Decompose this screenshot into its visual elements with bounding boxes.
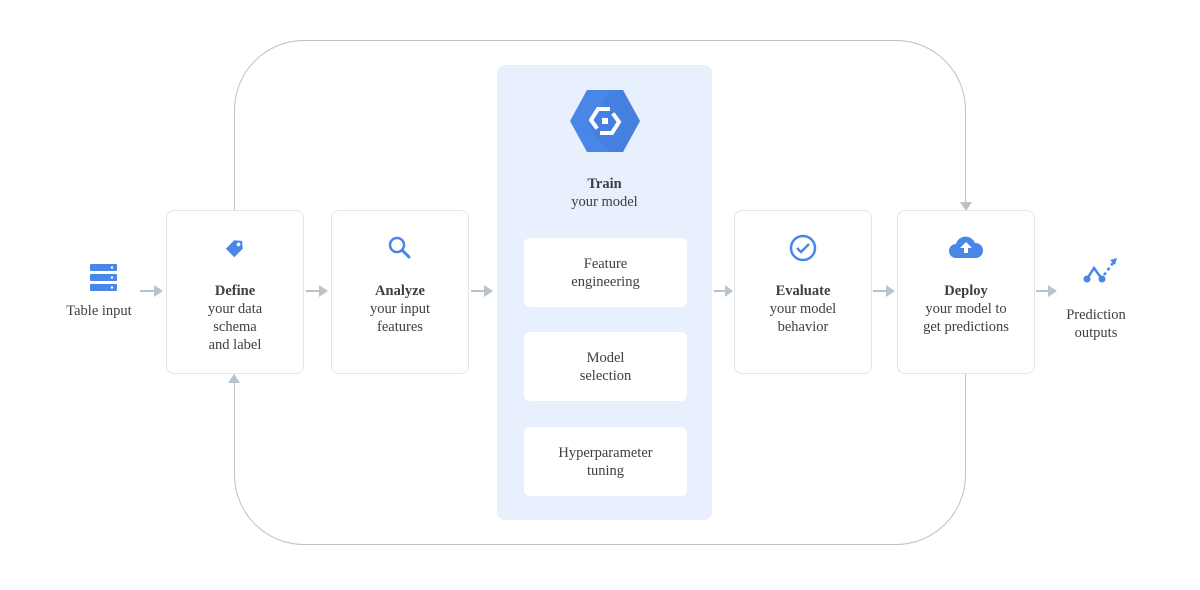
step-title: Define	[214, 283, 256, 299]
step-define[interactable]: Define your data schema and label	[166, 210, 304, 374]
step-desc: your data	[207, 301, 263, 317]
search-icon	[388, 236, 411, 259]
step-evaluate[interactable]: Evaluate your model behavior	[734, 210, 872, 374]
substep-feature-engineering[interactable]: Feature engineering	[524, 238, 687, 307]
substep-line: tuning	[586, 462, 625, 479]
step-title: Deploy	[944, 283, 988, 299]
step-desc: get predictions	[923, 319, 1009, 335]
output-label: Prediction	[1066, 307, 1126, 323]
table-input-label: Table input	[66, 303, 132, 319]
step-desc: your model	[769, 301, 837, 317]
output-label: outputs	[1074, 325, 1118, 341]
database-icon	[90, 264, 117, 291]
step-desc: features	[377, 319, 423, 335]
step-desc: and label	[208, 337, 262, 353]
step-desc: schema	[213, 319, 257, 335]
substep-hyperparameter-tuning[interactable]: Hyperparameter tuning	[524, 427, 687, 496]
substep-line: selection	[579, 367, 632, 384]
substep-model-selection[interactable]: Model selection	[524, 332, 687, 401]
cloud-upload-icon	[949, 236, 984, 258]
train-title: Train	[587, 176, 622, 192]
step-desc: your model to	[925, 301, 1007, 317]
tag-icon	[225, 240, 243, 258]
step-analyze[interactable]: Analyze your input features	[331, 210, 469, 374]
check-circle-icon	[789, 234, 817, 262]
step-title: Analyze	[375, 283, 425, 299]
step-deploy[interactable]: Deploy your model to get predictions	[897, 210, 1035, 374]
substep-line: Feature	[583, 255, 628, 272]
prediction-icon	[1083, 258, 1117, 283]
loop-arrowhead-define	[228, 374, 240, 383]
substep-line: engineering	[571, 273, 640, 290]
substep-line: Hyperparameter	[558, 444, 653, 461]
automl-hexagon-icon	[570, 90, 640, 152]
step-title: Evaluate	[775, 283, 831, 299]
train-heading: Train your model	[497, 175, 712, 211]
step-desc: your input	[369, 301, 430, 317]
train-subtitle: your model	[571, 194, 638, 210]
substep-line: Model	[586, 349, 625, 366]
step-desc: behavior	[777, 319, 829, 335]
